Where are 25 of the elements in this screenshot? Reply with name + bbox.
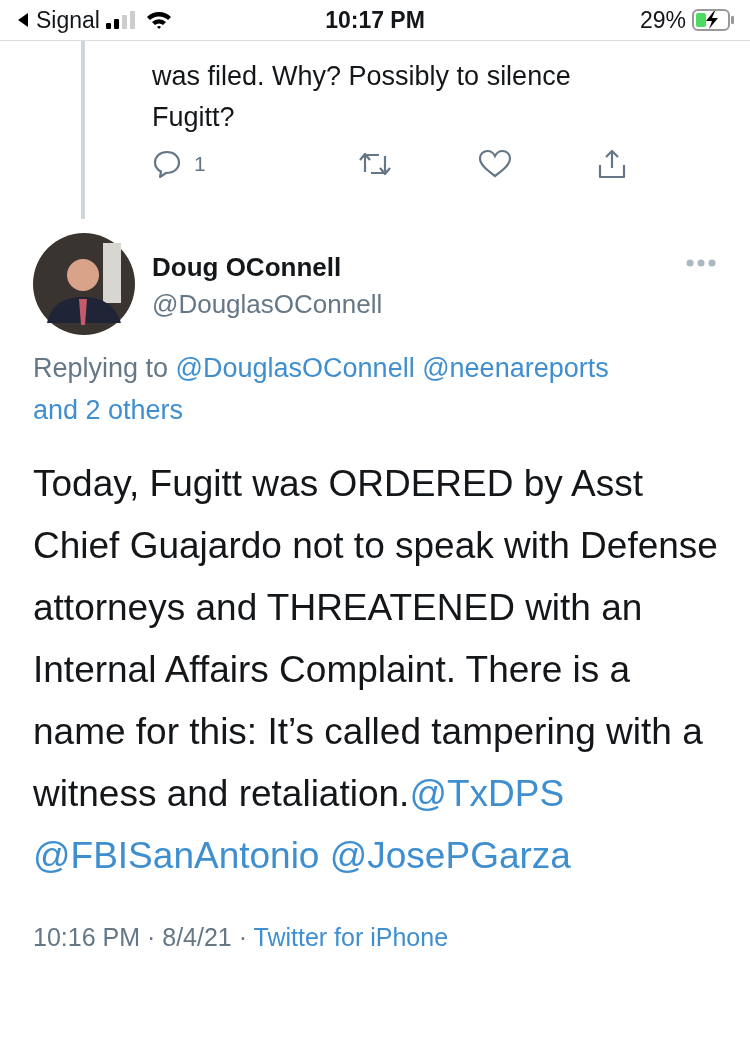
back-arrow-icon[interactable] xyxy=(16,12,30,28)
mention-link[interactable]: @DouglasOConnell xyxy=(175,353,415,383)
mention-link[interactable]: @TxDPS xyxy=(409,773,565,814)
clock-time: 10:17 PM xyxy=(325,6,425,34)
source-link[interactable]: Twitter for iPhone xyxy=(253,923,449,951)
mention-link[interactable]: and 2 others xyxy=(33,395,184,425)
tweet-text: was filed. Why? Possibly to silence Fugitt? xyxy=(152,60,572,134)
mention-link[interactable]: @FBISanAntonio xyxy=(33,835,320,876)
reply-count: 1 xyxy=(194,152,206,176)
mention-link[interactable]: @JosePGarza xyxy=(329,835,571,876)
author-name[interactable]: Doug OConnell xyxy=(152,249,686,285)
reply-icon[interactable] xyxy=(152,149,182,179)
retweet-icon[interactable] xyxy=(357,150,393,178)
avatar[interactable] xyxy=(33,233,135,335)
author-handle[interactable]: @DouglasOConnell xyxy=(152,285,686,323)
back-app-label[interactable]: Signal xyxy=(36,6,100,34)
wifi-icon xyxy=(145,10,172,30)
share-icon[interactable] xyxy=(597,148,627,180)
mention-link[interactable]: @neenareports xyxy=(422,353,609,383)
heart-icon[interactable] xyxy=(478,149,512,179)
charging-battery-icon xyxy=(692,8,736,32)
replying-to-text: Replying to @DouglasOConnell @neenareports and 2 others xyxy=(33,352,610,427)
battery-percent: 29% xyxy=(639,6,686,34)
tweet-timestamp: 10:16 PM · 8/4/21 · Twitter for iPhone xyxy=(33,923,450,952)
tweet-text: Today, Fugitt was ORDERED by Asst Chief Guajardo not to speak with Defense attorneys and THREATENED with an Internal Affairs Complaint. There is a name for this: It’s called tampering with a witness and retaliation.@TxDPS @FBISanAntonio @JosePGarza xyxy=(33,462,718,878)
